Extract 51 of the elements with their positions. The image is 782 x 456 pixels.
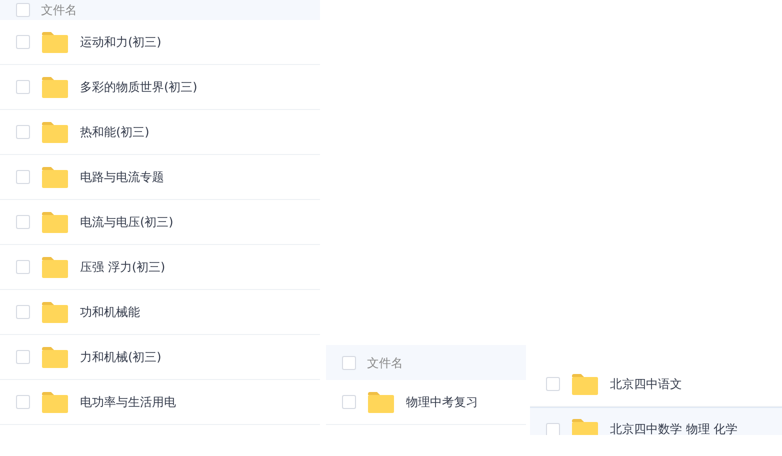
file-name[interactable]: 压强 浮力(初三): [80, 258, 166, 276]
file-row[interactable]: 功和机械能: [0, 290, 320, 335]
file-row[interactable]: 热和能(初三): [0, 110, 320, 155]
file-name[interactable]: 物理中考复习: [406, 394, 478, 410]
folder-icon: [572, 374, 598, 394]
file-name[interactable]: 电路与电流专题: [80, 168, 164, 186]
file-row[interactable]: 北京四中数学 物理 化学: [530, 407, 782, 435]
file-row[interactable]: 多彩的物质世界(初三): [0, 65, 320, 110]
folder-icon: [42, 76, 68, 98]
folder-icon: [42, 32, 68, 52]
folder-icon: [42, 392, 68, 412]
file-row[interactable]: 电流与电压(初三): [0, 200, 320, 245]
file-row[interactable]: 电功率与生活用电: [0, 380, 320, 425]
folder-icon: [42, 346, 68, 368]
row-checkbox[interactable]: [16, 125, 30, 139]
folder-icon: [42, 166, 68, 188]
file-name[interactable]: 运动和力(初三): [80, 34, 162, 50]
row-checkbox[interactable]: [16, 305, 30, 319]
folder-icon: [42, 302, 68, 322]
file-row[interactable]: 物理中考复习: [326, 380, 526, 425]
row-checkbox[interactable]: [16, 80, 30, 94]
folder-icon: [42, 256, 68, 278]
select-all-checkbox[interactable]: [16, 3, 30, 17]
column-header: 文件名: [41, 3, 77, 17]
folder-icon: [42, 122, 68, 142]
folder-icon: [42, 212, 68, 232]
row-checkbox[interactable]: [16, 395, 30, 409]
row-checkbox[interactable]: [16, 215, 30, 229]
file-name[interactable]: 北京四中数学 物理 化学: [610, 421, 738, 435]
row-checkbox[interactable]: [16, 260, 30, 274]
file-row[interactable]: 电路与电流专题: [0, 155, 320, 200]
select-all-checkbox[interactable]: [342, 356, 356, 370]
file-name[interactable]: 电功率与生活用电: [80, 394, 176, 410]
row-checkbox[interactable]: [546, 377, 560, 391]
file-row[interactable]: 压强 浮力(初三): [0, 245, 320, 290]
folder-icon: [368, 392, 394, 412]
file-name[interactable]: 北京四中语文: [610, 376, 682, 392]
file-name[interactable]: 功和机械能: [80, 304, 140, 320]
file-name[interactable]: 多彩的物质世界(初三): [80, 78, 198, 96]
file-name[interactable]: 力和机械(初三): [80, 348, 162, 366]
file-row[interactable]: 力和机械(初三): [0, 335, 320, 380]
file-name[interactable]: 电流与电压(初三): [80, 214, 174, 230]
column-header: 文件名: [367, 356, 403, 370]
row-checkbox[interactable]: [16, 350, 30, 364]
row-checkbox[interactable]: [342, 395, 356, 409]
file-row[interactable]: 运动和力(初三): [0, 20, 320, 65]
row-checkbox[interactable]: [16, 35, 30, 49]
row-checkbox[interactable]: [16, 170, 30, 184]
row-checkbox[interactable]: [546, 422, 560, 435]
folder-icon: [572, 419, 598, 435]
file-name[interactable]: 热和能(初三): [80, 124, 150, 140]
